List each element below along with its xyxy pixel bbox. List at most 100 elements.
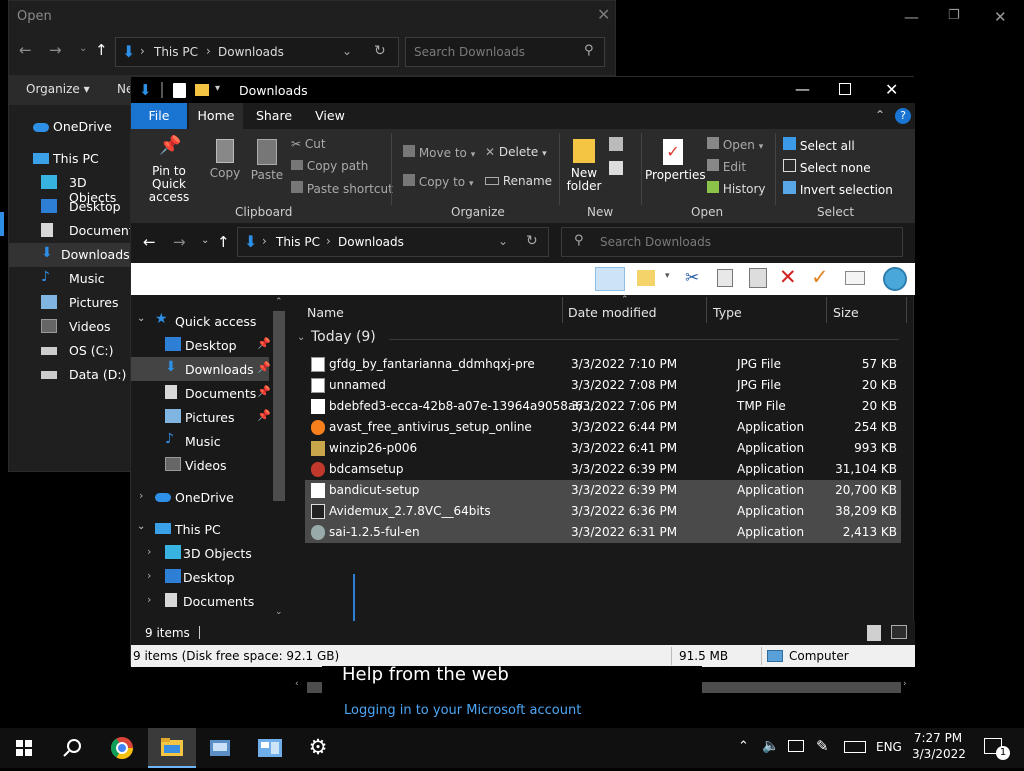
invert-selection-button[interactable]: Invert selection <box>783 181 893 197</box>
nav-item-music[interactable]: ♪ Music <box>131 429 281 453</box>
globe-icon[interactable] <box>883 267 907 291</box>
copy-icon[interactable] <box>717 269 733 287</box>
network-icon[interactable] <box>788 740 804 752</box>
nav-item-documents[interactable]: Documents 📌 <box>131 381 281 405</box>
group-header-today[interactable]: Today (9) <box>311 329 376 345</box>
forward-arrow-icon[interactable]: → <box>173 233 186 251</box>
file-row[interactable]: Avidemux_2.7.8VC__64bits 3/3/2022 6:36 PM… <box>305 501 901 522</box>
chevron-down-icon[interactable]: ⌄ <box>297 332 305 343</box>
nav-item-pc-desktop[interactable]: › Desktop <box>131 565 281 589</box>
close-icon[interactable]: ✕ <box>597 5 610 24</box>
chevron-down-icon[interactable]: ▾ <box>665 271 670 281</box>
sidebar-item-os-c[interactable]: OS (C:) <box>17 339 137 363</box>
sidebar-item-onedrive[interactable]: OneDrive <box>9 115 129 139</box>
start-button[interactable] <box>0 728 48 768</box>
preview-pane-icon[interactable] <box>595 267 625 291</box>
breadcrumb-this-pc[interactable]: This PC <box>276 235 320 249</box>
nav-item-downloads[interactable]: ⬇ Downloads 📌 <box>131 357 271 381</box>
column-name[interactable]: Name <box>307 305 344 320</box>
clock[interactable]: 7:27 PM 3/3/2022 <box>912 731 966 761</box>
sidebar-item-3d-objects[interactable]: 3D Objects <box>17 171 137 205</box>
up-arrow-icon[interactable]: ↑ <box>217 233 230 251</box>
back-arrow-icon[interactable]: ← <box>143 233 156 251</box>
breadcrumb-downloads[interactable]: Downloads <box>338 235 404 249</box>
file-row[interactable]: avast_free_antivirus_setup_online 3/3/202… <box>305 417 901 438</box>
rename-icon[interactable] <box>845 271 865 285</box>
keyboard-icon[interactable] <box>844 741 866 753</box>
sidebar-item-documents[interactable]: Documents <box>17 219 140 243</box>
copy-path-button[interactable]: Copy path <box>291 159 368 173</box>
properties-icon[interactable] <box>173 83 186 98</box>
chevron-up-icon[interactable]: ⌃ <box>738 739 749 754</box>
help-link[interactable]: Logging in to your Microsoft account <box>344 703 581 718</box>
select-none-button[interactable]: Select none <box>783 159 871 175</box>
move-to-button[interactable]: Move to ▾ <box>403 145 475 160</box>
column-type[interactable]: Type <box>713 305 742 320</box>
paste-shortcut-button[interactable]: Paste shortcut <box>291 181 393 196</box>
large-icons-view-icon[interactable] <box>891 625 907 639</box>
address-bar[interactable]: ⬇ › This PC › Downloads ⌄ ↻ <box>237 227 549 257</box>
sidebar-item-desktop[interactable]: Desktop <box>17 195 137 219</box>
file-row[interactable]: winzip26-p006 3/3/2022 6:41 PM Application… <box>305 438 901 459</box>
scroll-down-icon[interactable]: ⌄ <box>275 607 283 617</box>
new-folder-button[interactable]: New folder <box>565 139 603 193</box>
control-panel-taskbar-button[interactable] <box>196 728 244 768</box>
chrome-taskbar-button[interactable] <box>98 728 146 768</box>
file-explorer-taskbar-button[interactable] <box>148 728 196 768</box>
search-input[interactable]: ⚲ Search Downloads <box>561 227 903 257</box>
paste-button[interactable]: Paste <box>249 139 285 182</box>
column-date-modified[interactable]: Date modified <box>568 305 657 320</box>
rename-button[interactable]: Rename <box>485 174 552 188</box>
nav-item-this-pc[interactable]: ⌄ This PC <box>131 517 281 541</box>
properties-button[interactable]: ✓ Properties <box>645 139 706 182</box>
chevron-down-icon[interactable]: ⌄ <box>79 43 87 54</box>
sidebar-item-this-pc[interactable]: This PC <box>9 147 129 171</box>
nav-item-quick-access[interactable]: ⌄ ★ Quick access <box>131 309 281 333</box>
checkmark-icon[interactable]: ✓ <box>811 265 829 289</box>
volume-icon[interactable]: 🔈 <box>762 738 779 754</box>
file-row[interactable]: bdcamsetup 3/3/2022 6:39 PM Application 31,… <box>305 459 901 480</box>
tab-share[interactable]: Share <box>249 103 299 129</box>
nav-item-pc-documents[interactable]: › Documents <box>131 589 281 613</box>
maximize-icon[interactable] <box>839 83 851 95</box>
sidebar-item-videos[interactable]: Videos <box>17 315 137 339</box>
system-info-taskbar-button[interactable] <box>246 728 294 768</box>
folder-properties-icon[interactable] <box>637 270 655 286</box>
copy-to-button[interactable]: Copy to ▾ <box>403 174 474 189</box>
scroll-right-icon[interactable]: › <box>903 679 907 689</box>
tab-home[interactable]: Home <box>189 103 243 129</box>
select-all-button[interactable]: Select all <box>783 137 855 153</box>
sidebar-item-downloads[interactable]: ⬇ Downloads <box>9 243 133 267</box>
sidebar-item-music[interactable]: ♪ Music <box>17 267 137 291</box>
breadcrumb-this-pc[interactable]: This PC <box>154 45 198 59</box>
dialog-search-input[interactable]: Search Downloads ⚲ <box>405 37 605 67</box>
sidebar-item-pictures[interactable]: Pictures <box>17 291 137 315</box>
up-arrow-icon[interactable]: ↑ <box>95 41 108 59</box>
sidebar-item-data-d[interactable]: Data (D:) <box>17 363 137 387</box>
folder-icon[interactable] <box>195 84 209 96</box>
delete-button[interactable]: ✕ Delete ▾ <box>485 145 547 159</box>
file-row[interactable]: bdebfed3-ecca-42b8-a07e-13964a9058a6... 3… <box>305 396 901 417</box>
close-icon[interactable]: ✕ <box>885 80 898 99</box>
pin-quick-access-button[interactable]: 📌 Pin to Quick access <box>137 137 201 204</box>
help-icon[interactable]: ? <box>895 108 911 124</box>
settings-taskbar-button[interactable]: ⚙ <box>294 728 342 768</box>
file-row[interactable]: unnamed 3/3/2022 7:08 PM JPG File 20 KB <box>305 375 901 396</box>
scissors-icon[interactable]: ✂ <box>685 268 699 288</box>
nav-item-videos[interactable]: Videos <box>131 453 281 477</box>
nav-item-desktop[interactable]: Desktop 📌 <box>131 333 281 357</box>
open-button[interactable]: Open ▾ <box>707 137 763 152</box>
nav-item-pictures[interactable]: Pictures 📌 <box>131 405 281 429</box>
dialog-address-bar[interactable]: ⬇ › This PC › Downloads ⌄ ↻ <box>115 37 399 67</box>
details-view-icon[interactable] <box>867 625 881 641</box>
chevron-down-icon[interactable]: ⌄ <box>201 235 209 246</box>
refresh-icon[interactable]: ↻ <box>374 43 386 59</box>
paste-icon[interactable] <box>749 268 767 288</box>
easy-access-icon[interactable] <box>609 161 623 175</box>
history-button[interactable]: History <box>707 181 766 196</box>
chevron-down-icon[interactable]: ⌄ <box>498 234 508 248</box>
search-button[interactable] <box>48 728 96 768</box>
refresh-icon[interactable]: ↻ <box>526 233 538 249</box>
nav-item-onedrive[interactable]: › OneDrive <box>131 485 281 509</box>
new-item-icon[interactable] <box>609 137 623 151</box>
